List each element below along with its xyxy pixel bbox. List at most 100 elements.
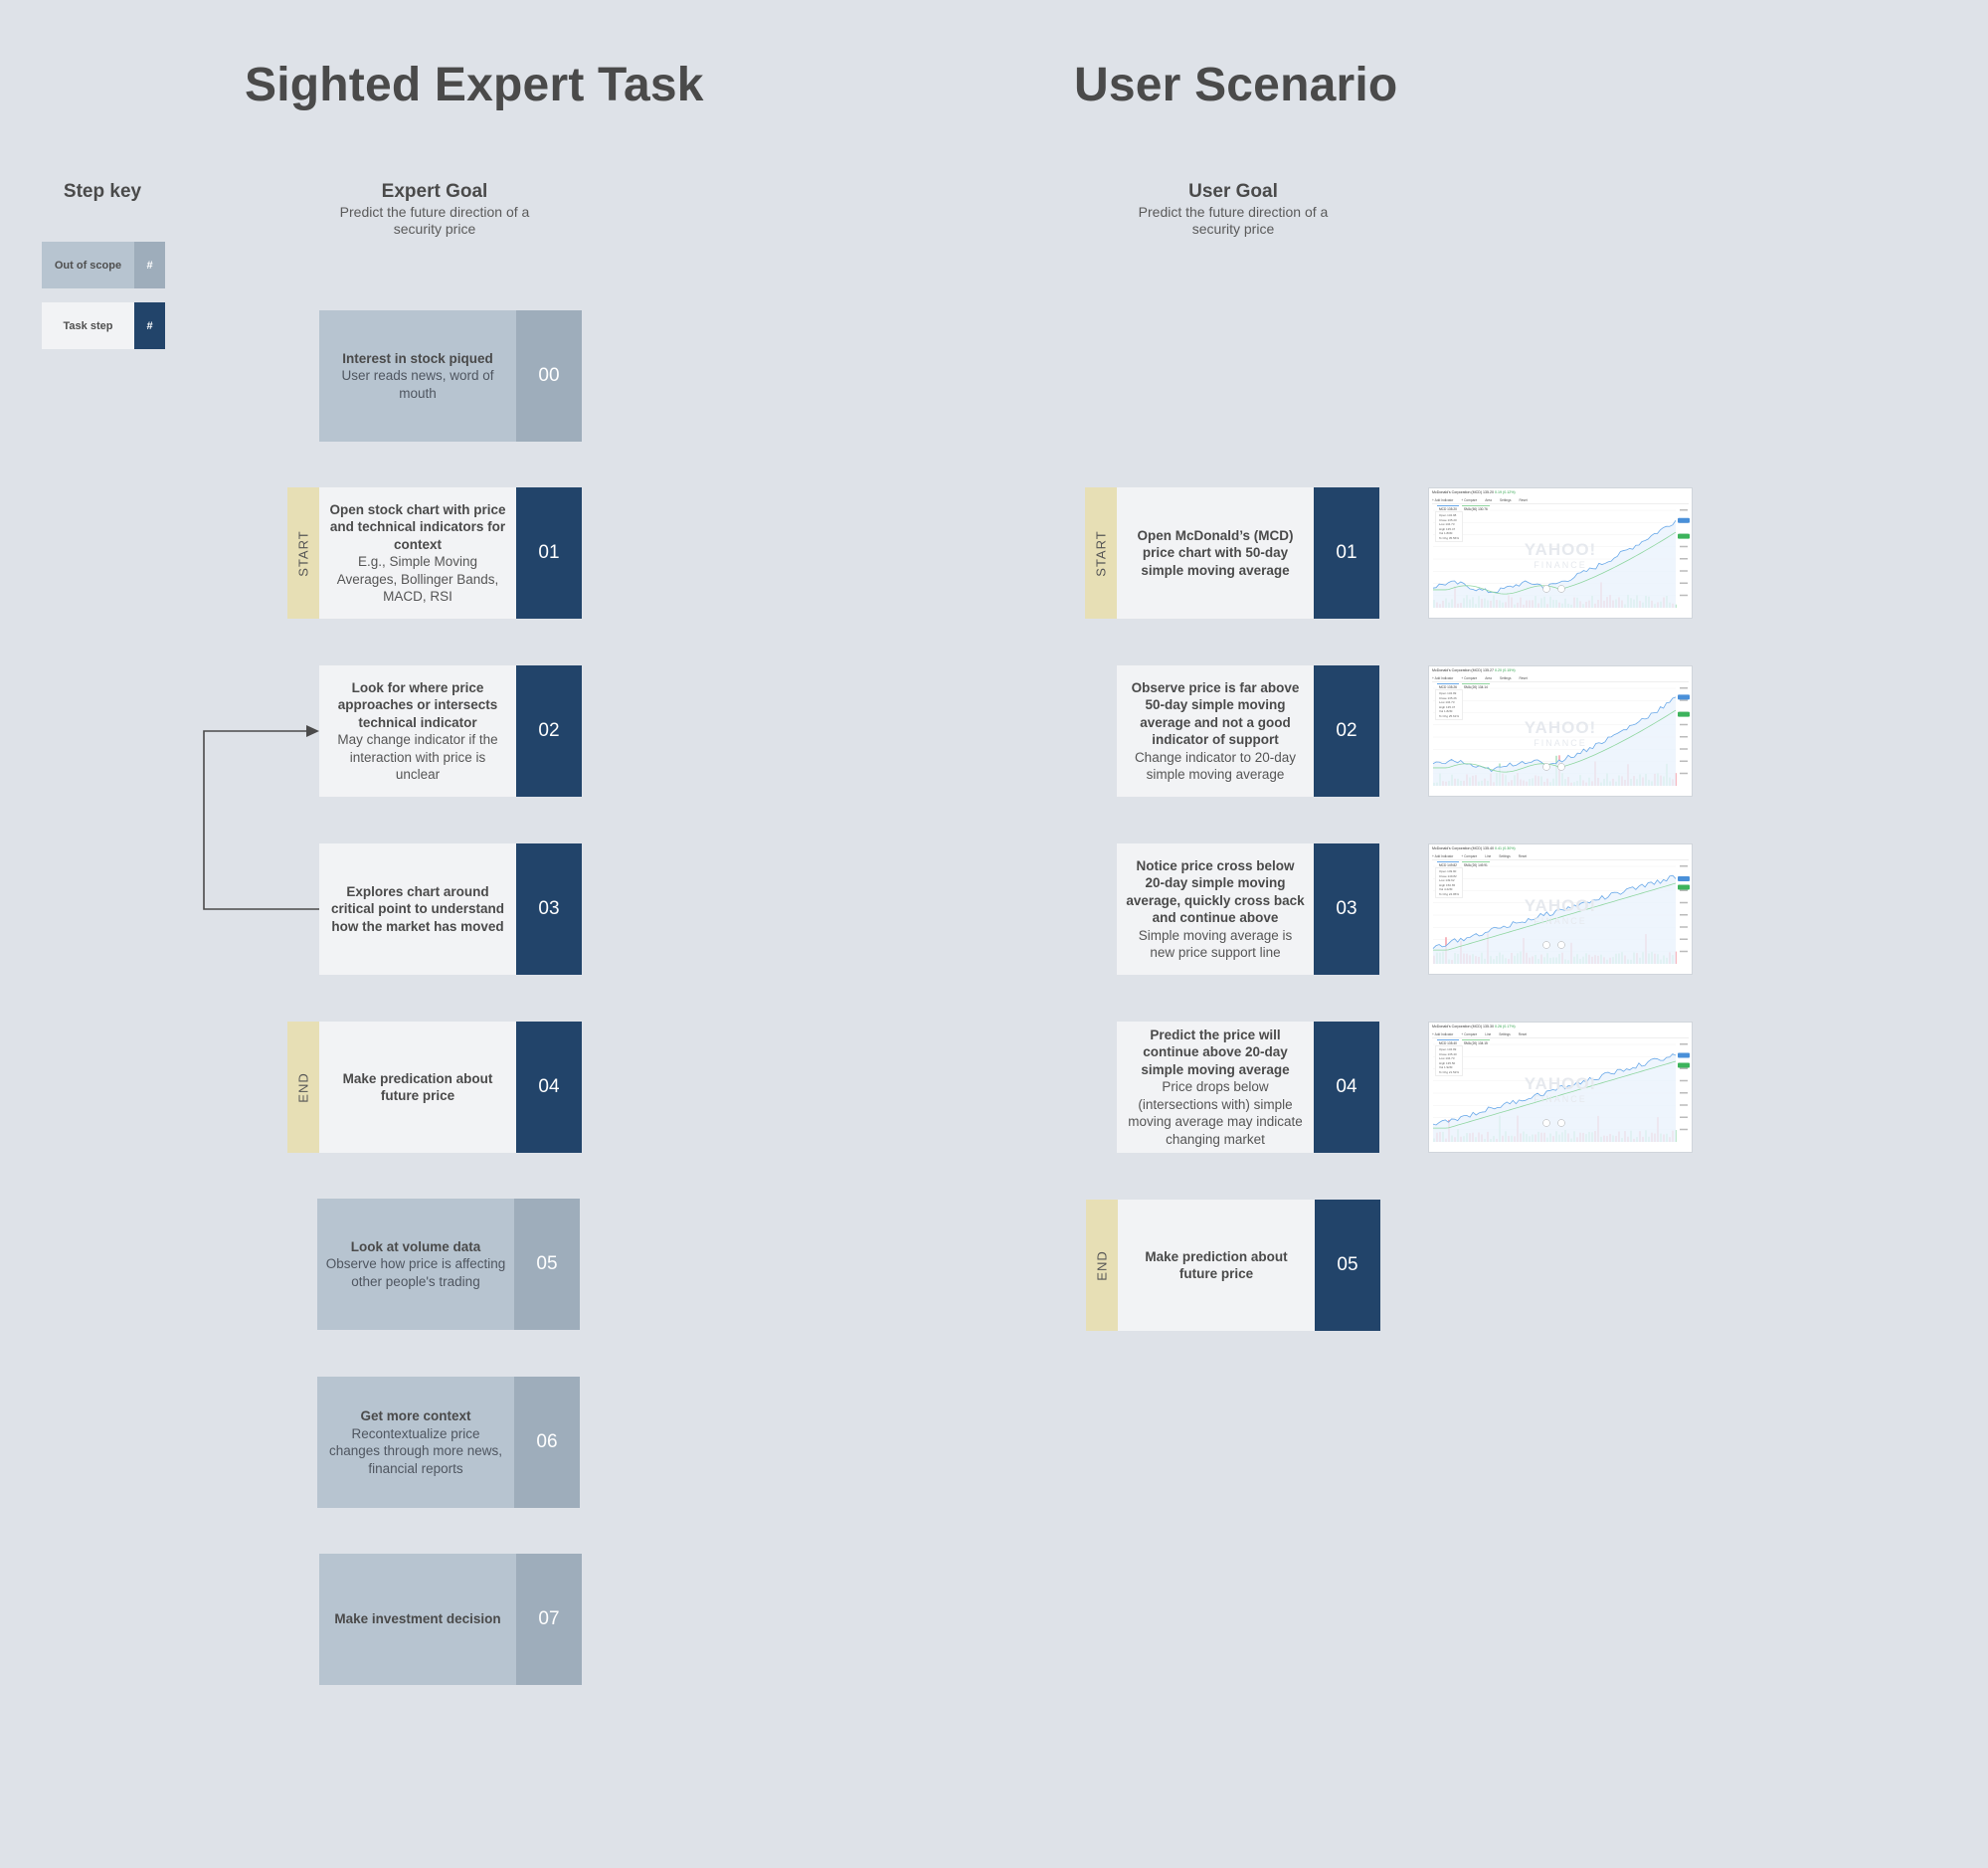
ohlc-panel: Open 149.90 Close 149.82 Low 149.62 High 15… <box>1435 867 1464 898</box>
chart-type-button: Line <box>1485 854 1492 858</box>
chart-header-change: 0.20 (0.15%) <box>1495 668 1516 672</box>
y-tick <box>1680 1067 1688 1069</box>
y-tick <box>1680 509 1688 511</box>
chart-header-change: 0.19 (0.12%) <box>1495 490 1516 494</box>
step-detail: User reads news, word of mouth <box>341 368 494 401</box>
expert-goal-title: Expert Goal <box>381 181 488 202</box>
step-number: 04 <box>1314 1022 1379 1153</box>
chart-header-change: 0.41 (0.30%) <box>1495 846 1516 850</box>
reset-button: Reset <box>1518 854 1528 858</box>
chart-header-change: 0.26 (0.17%) <box>1495 1025 1516 1028</box>
step-detail: Observe how price is affecting other peo… <box>325 1256 506 1289</box>
step-detail: Simple moving average is new price suppo… <box>1138 927 1293 961</box>
start-tag-label: START <box>1093 529 1109 577</box>
add-indicator-button: + Add Indicator <box>1432 676 1454 680</box>
step-detail: Recontextualize price changes through mo… <box>328 1425 503 1476</box>
step-heading: Interest in stock piqued <box>342 350 493 366</box>
reset-button: Reset <box>1519 676 1528 680</box>
step-heading: Make investment decision <box>334 1611 501 1627</box>
expert-goal-text: Predict the future direction of a securi… <box>339 204 530 237</box>
legend-number: # <box>134 242 165 288</box>
ohlc-row: Open 134.99 <box>1439 691 1457 695</box>
y-tick <box>1680 1043 1688 1045</box>
chart-header-title: McDonald's Corporation (MCD) 135.27 <box>1432 668 1495 672</box>
compare-button: + Compare <box>1461 854 1478 858</box>
chart-type-button: Area <box>1485 676 1492 680</box>
step-heading: Look at volume data <box>350 1238 481 1254</box>
chart-toolbar: + Add Indicator + Compare Line Settings … <box>1432 1031 1689 1038</box>
watermark: YAHOO! <box>1524 1074 1597 1093</box>
ohlc-panel: Open 134.98 Close 135.20 Low 134.73 High 13… <box>1435 511 1464 542</box>
chart-header: McDonald's Corporation (MCD) 135.30 0.26… <box>1432 1025 1516 1028</box>
chart-screenshot-1: McDonald's Corporation (MCD) 135.20 0.19… <box>1428 487 1693 619</box>
step-detail: Change indicator to 20-day simple moving… <box>1134 749 1297 783</box>
chart-type-button: Line <box>1485 1032 1492 1036</box>
expert-step-01: START Open stock chart with price and te… <box>287 487 582 619</box>
step-number: 04 <box>516 1022 582 1153</box>
watermark-sub: FINANCE <box>1534 1094 1587 1104</box>
step-number: 03 <box>516 843 582 975</box>
y-tick <box>1680 938 1688 940</box>
y-tick <box>1680 1116 1688 1118</box>
zoom-out-icon <box>1542 585 1550 593</box>
ohlc-panel: Open 134.99 Close 135.26 Low 134.73 High 13… <box>1435 689 1464 720</box>
add-indicator-button: + Add Indicator <box>1432 854 1454 858</box>
compare-button: + Compare <box>1461 1032 1478 1036</box>
step-number: 00 <box>516 310 582 442</box>
chart-header: McDonald's Corporation (MCD) 135.27 0.20… <box>1432 668 1516 672</box>
step-detail: E.g., Simple Moving Averages, Bollinger … <box>336 554 499 604</box>
y-tick <box>1680 687 1688 689</box>
y-tick <box>1680 594 1688 597</box>
y-tick <box>1680 1128 1688 1131</box>
chart-header-title: McDonald's Corporation (MCD) 135.30 <box>1432 1025 1495 1028</box>
zoom-out-icon <box>1542 763 1550 771</box>
chart-type-button: Area <box>1485 498 1492 502</box>
step-detail: Price drops below (intersections with) s… <box>1128 1079 1303 1147</box>
zoom-in-icon <box>1557 585 1565 593</box>
expert-step-02: Look for where price approaches or inter… <box>319 665 582 797</box>
add-indicator-button: + Add Indicator <box>1432 1032 1454 1036</box>
price-tag <box>1678 1052 1690 1058</box>
settings-button: Settings <box>1499 854 1511 858</box>
sma-legend: SMA (20) 149.91 <box>1461 861 1490 868</box>
chart-toolbar: + Add Indicator + Compare Area Settings … <box>1432 675 1689 682</box>
step-heading: Open McDonald’s (MCD) price chart with 5… <box>1137 527 1294 578</box>
add-indicator-button: + Add Indicator <box>1432 498 1454 502</box>
ohlc-row: Open 149.90 <box>1439 869 1457 873</box>
sma-price-tag <box>1678 533 1690 539</box>
loop-arrow <box>203 725 319 910</box>
zoom-in-icon <box>1557 763 1565 771</box>
step-detail: May change indicator if the interaction … <box>337 732 498 782</box>
watermark: YAHOO! <box>1524 718 1597 737</box>
ohlc-row: Open 134.98 <box>1439 513 1457 517</box>
step-heading: Notice price cross below 20-day simple m… <box>1126 857 1305 926</box>
chart-header-title: McDonald's Corporation (MCD) 135.20 <box>1432 490 1495 494</box>
legend-task-step: Task step # <box>42 302 165 349</box>
start-tag: START <box>1085 487 1117 619</box>
step-number: 05 <box>1315 1200 1380 1331</box>
sighted-expert-task-title: Sighted Expert Task <box>245 59 704 111</box>
y-tick <box>1680 582 1688 584</box>
chart-toolbar: + Add Indicator + Compare Line Settings … <box>1432 853 1689 860</box>
compare-button: + Compare <box>1461 498 1478 502</box>
step-number: 05 <box>514 1199 580 1330</box>
ohlc-row: Open 134.99 <box>1439 1047 1457 1051</box>
sma-price-tag <box>1678 1062 1690 1068</box>
step-number: 01 <box>516 487 582 619</box>
chart-screenshot-2: McDonald's Corporation (MCD) 135.27 0.20… <box>1428 665 1693 797</box>
legend-number: # <box>134 302 165 349</box>
expert-step-05: Look at volume data Observe how price is … <box>317 1199 580 1330</box>
user-step-04: Predict the price will continue above 20… <box>1117 1022 1379 1153</box>
y-tick <box>1680 926 1688 928</box>
price-tag <box>1678 875 1690 881</box>
step-number: 03 <box>1314 843 1379 975</box>
price-tag <box>1678 517 1690 523</box>
settings-button: Settings <box>1499 1032 1511 1036</box>
end-tag: END <box>287 1022 319 1153</box>
legend-label: Out of scope <box>42 242 134 288</box>
step-number: 02 <box>1314 665 1379 797</box>
expert-step-04: END Make predication about future price … <box>287 1022 582 1153</box>
step-heading: Make predication about future price <box>342 1070 493 1104</box>
zoom-out-icon <box>1542 1119 1550 1127</box>
sma-legend: SMA (50) 130.76 <box>1461 505 1490 512</box>
